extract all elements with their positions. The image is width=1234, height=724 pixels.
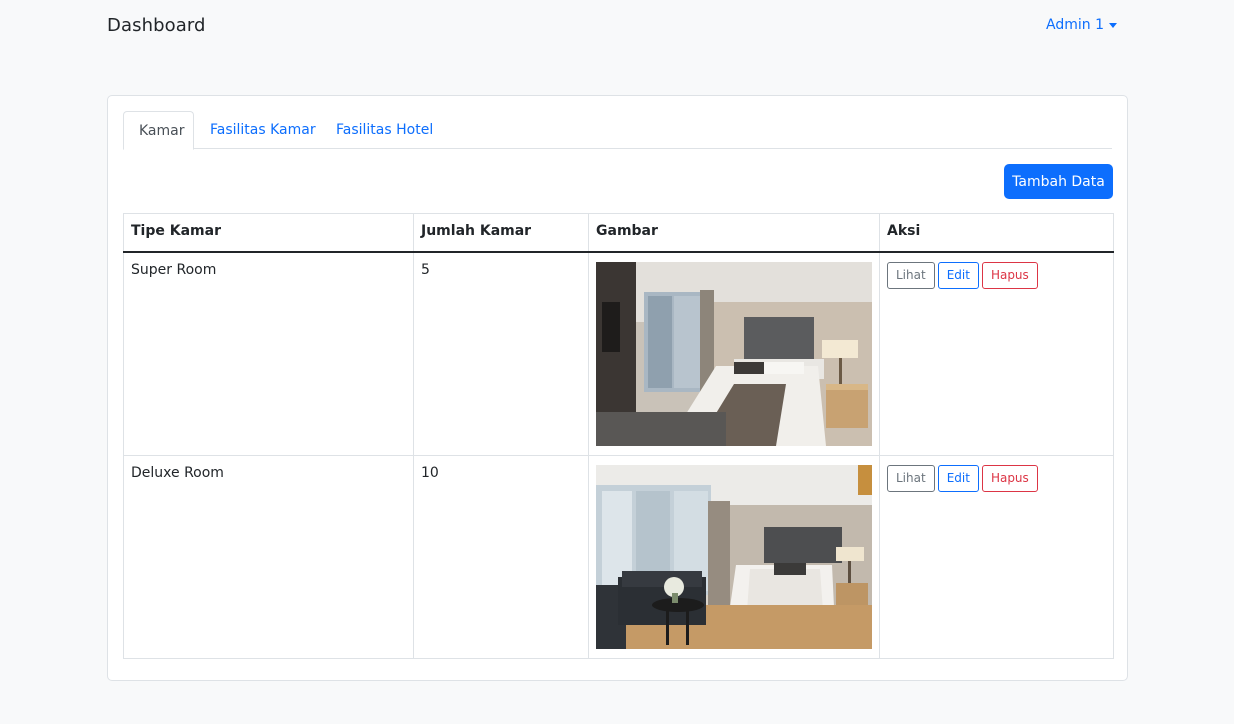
row-actions: Lihat Edit Hapus bbox=[887, 464, 1106, 492]
edit-button[interactable]: Edit bbox=[937, 464, 979, 492]
table-row: Super Room 5 Lihat Edit Hapus bbox=[123, 251, 1114, 456]
delete-button[interactable]: Hapus bbox=[981, 261, 1038, 289]
tab-kamar[interactable]: Kamar bbox=[123, 111, 194, 150]
room-image-cell bbox=[588, 454, 880, 659]
tab-fasilitas-hotel[interactable]: Fasilitas Hotel bbox=[321, 111, 448, 150]
row-actions: Lihat Edit Hapus bbox=[887, 261, 1106, 289]
view-button[interactable]: Lihat bbox=[887, 464, 935, 492]
room-image-cell bbox=[588, 251, 880, 456]
room-type-cell: Super Room bbox=[123, 251, 414, 456]
column-header: Jumlah Kamar bbox=[413, 213, 589, 253]
view-button[interactable]: Lihat bbox=[887, 261, 935, 289]
table-header-row: Tipe Kamar Jumlah Kamar Gambar Aksi bbox=[123, 213, 1114, 253]
room-count-cell: 10 bbox=[413, 454, 589, 659]
room-photo bbox=[596, 261, 872, 446]
table-row: Deluxe Room 10 Lihat Edit Hapus bbox=[123, 454, 1114, 659]
rooms-table: Tipe Kamar Jumlah Kamar Gambar Aksi Supe… bbox=[123, 213, 1114, 659]
caret-down-icon bbox=[1108, 23, 1117, 28]
room-photo bbox=[596, 464, 872, 649]
user-name: Admin 1 bbox=[1046, 17, 1104, 33]
room-type-cell: Deluxe Room bbox=[123, 454, 414, 659]
add-data-button[interactable]: Tambah Data bbox=[1004, 164, 1113, 199]
column-header: Tipe Kamar bbox=[123, 213, 414, 253]
column-header: Gambar bbox=[588, 213, 880, 253]
content-card: Kamar Fasilitas Kamar Fasilitas Hotel Ta… bbox=[107, 95, 1128, 681]
edit-button[interactable]: Edit bbox=[937, 261, 979, 289]
delete-button[interactable]: Hapus bbox=[981, 464, 1038, 492]
tab-bar: Kamar Fasilitas Kamar Fasilitas Hotel bbox=[123, 111, 1112, 150]
top-navbar: Dashboard Admin 1 bbox=[0, 0, 1234, 54]
user-dropdown[interactable]: Admin 1 bbox=[1046, 17, 1117, 33]
room-count-cell: 5 bbox=[413, 251, 589, 456]
column-header: Aksi bbox=[879, 213, 1114, 253]
brand-title[interactable]: Dashboard bbox=[107, 15, 206, 36]
actions-cell: Lihat Edit Hapus bbox=[879, 454, 1114, 659]
actions-cell: Lihat Edit Hapus bbox=[879, 251, 1114, 456]
tab-fasilitas-kamar[interactable]: Fasilitas Kamar bbox=[195, 111, 331, 150]
